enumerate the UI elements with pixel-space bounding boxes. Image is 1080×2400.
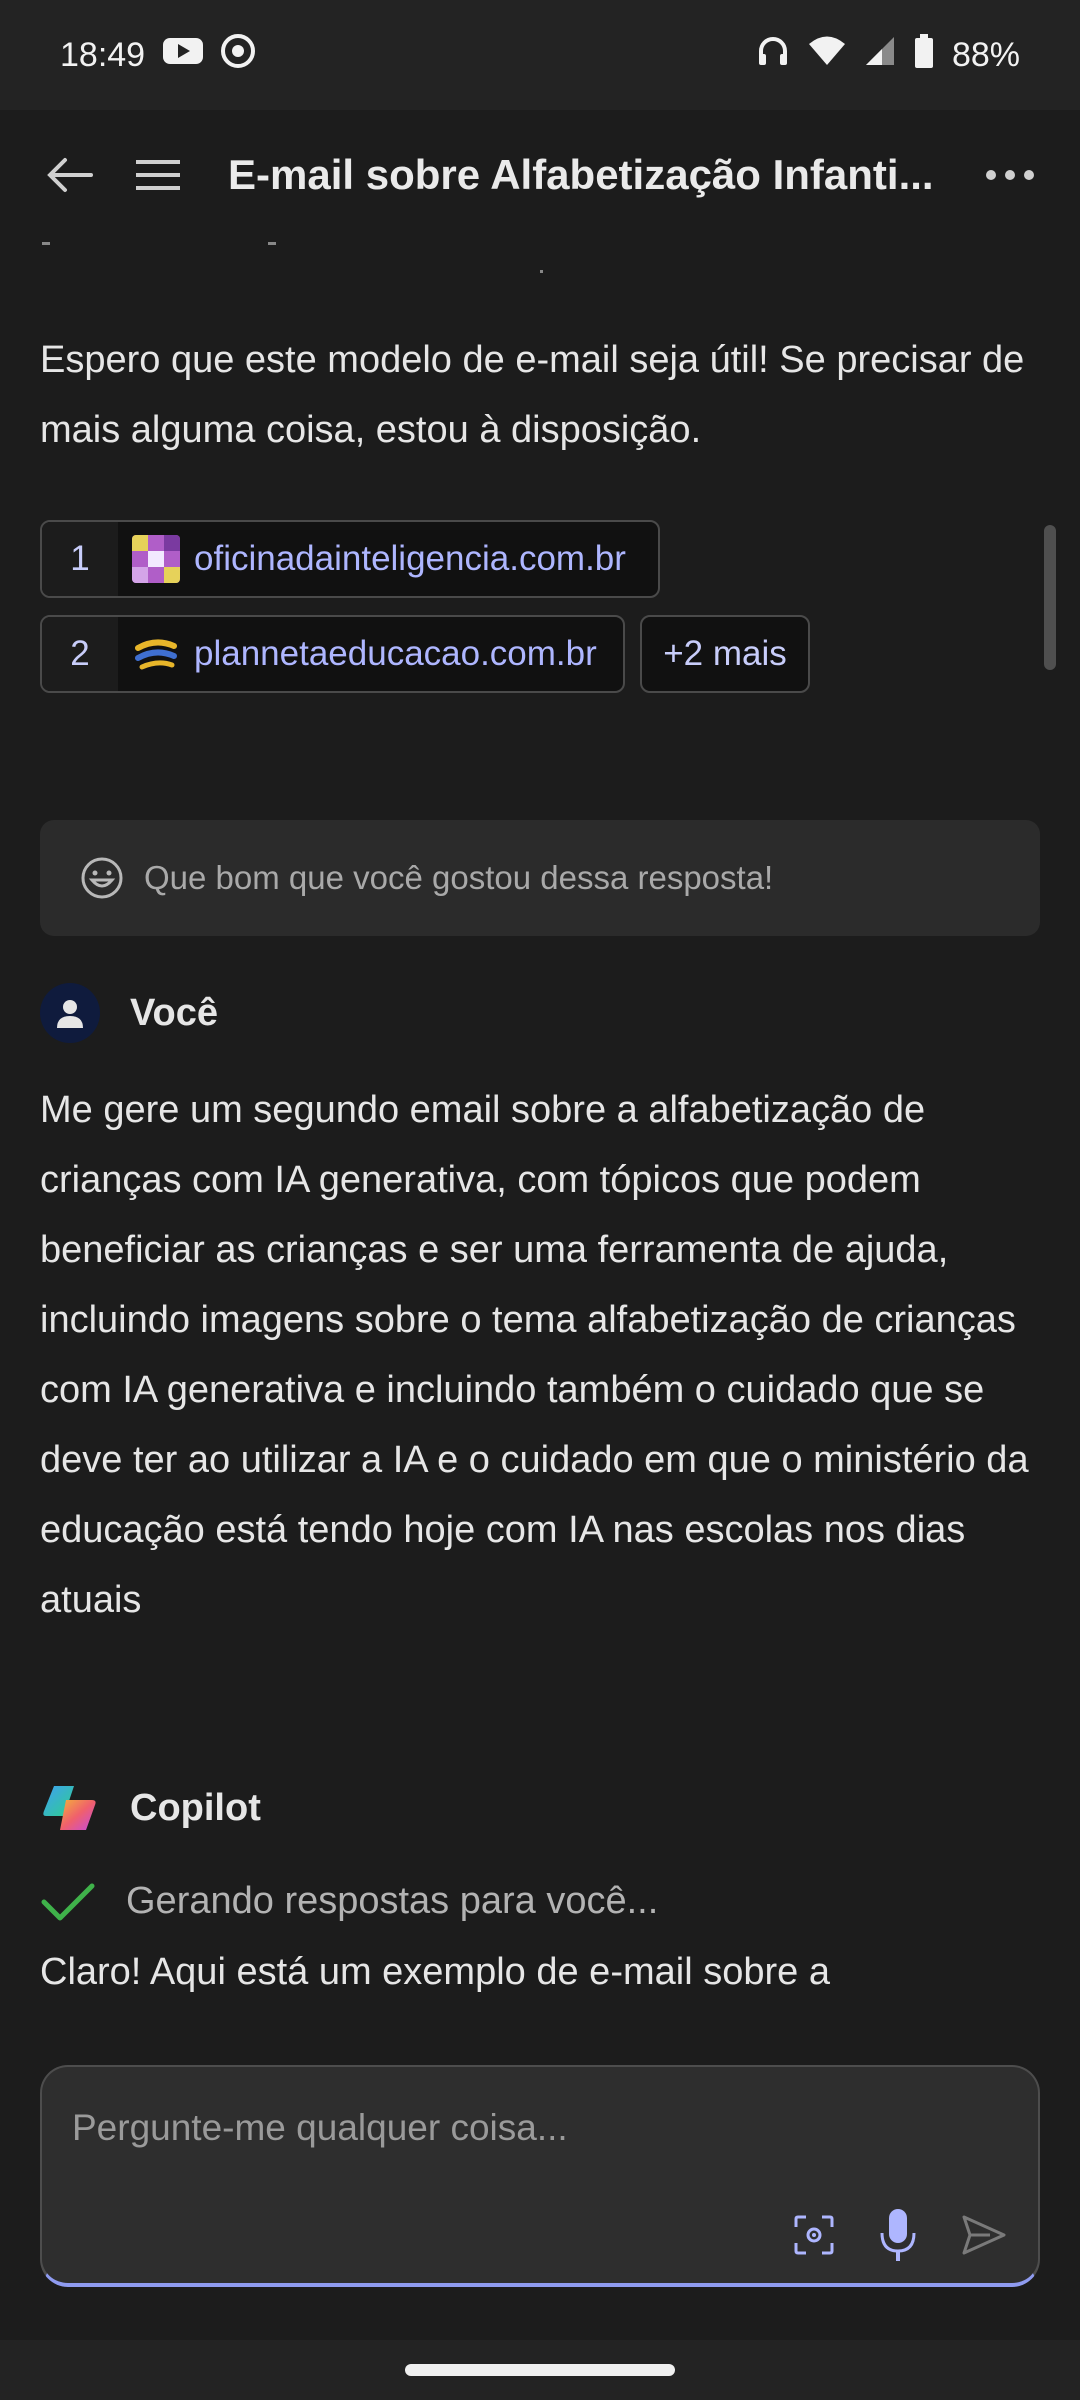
more-options-icon[interactable]	[970, 135, 1050, 215]
feedback-banner: Que bom que você gostou dessa resposta!	[40, 820, 1040, 936]
user-name: Você	[130, 991, 219, 1034]
more-sources-label: +2 mais	[663, 634, 787, 673]
user-icon	[57, 1000, 83, 1028]
source-chip-2[interactable]: 2 plannetaeducacao.com.br	[40, 615, 625, 693]
signal-icon	[864, 35, 896, 76]
source-chip-1[interactable]: 1 oficinadainteligencia.com.br	[40, 520, 660, 598]
scrollbar[interactable]	[1044, 525, 1056, 670]
copilot-logo-icon	[43, 1786, 96, 1830]
closing-text: Espero que este modelo de e-mail seja út…	[40, 339, 1025, 451]
assistant-partial-message: Claro! Aqui está um exemplo de e-mail so…	[40, 1951, 830, 1993]
checkmark-icon	[41, 1883, 95, 1920]
wifi-icon	[808, 35, 846, 76]
app-bar: E-mail sobre Alfabetização Infanti...	[0, 110, 1080, 240]
battery-percent: 88%	[951, 35, 1020, 74]
user-message: Me gere um segundo email sobre a alfabet…	[40, 1089, 1029, 1621]
battery-icon	[914, 33, 934, 77]
menu-icon[interactable]	[118, 135, 198, 215]
feedback-text: Que bom que você gostou dessa resposta!	[144, 859, 774, 896]
chat-input-placeholder[interactable]: Pergunte-me qualquer coisa...	[72, 2107, 568, 2149]
headphones-icon	[756, 34, 790, 77]
status-bar: 18:49 88%	[0, 0, 1080, 110]
back-arrow-icon[interactable]	[30, 135, 110, 215]
smile-icon	[81, 857, 123, 899]
generating-text: Gerando respostas para você...	[126, 1880, 659, 1922]
cut-off-text	[42, 242, 543, 273]
chat-content: Espero que este modelo de e-mail seja út…	[0, 240, 1080, 2040]
source-number: 2	[42, 617, 118, 691]
source-number: 1	[42, 522, 118, 596]
send-icon[interactable]	[960, 2213, 1008, 2257]
youtube-icon	[163, 36, 204, 75]
system-nav-bar	[0, 2340, 1080, 2400]
source-site: oficinadainteligencia.com.br	[194, 539, 626, 578]
home-gesture-handle[interactable]	[405, 2364, 675, 2376]
chrome-icon	[221, 33, 256, 77]
assistant-header: Copilot	[40, 1778, 261, 1838]
chat-input-box[interactable]: Pergunte-me qualquer coisa...	[40, 2065, 1040, 2287]
camera-scan-icon[interactable]	[792, 2213, 836, 2257]
source-site: plannetaeducacao.com.br	[194, 634, 597, 673]
user-header: Você	[40, 983, 218, 1043]
planneta-favicon-icon	[135, 639, 177, 670]
more-sources-button[interactable]: +2 mais	[640, 615, 810, 693]
assistant-name: Copilot	[130, 1786, 261, 1829]
conversation-title: E-mail sobre Alfabetização Infanti...	[228, 151, 934, 198]
oficina-favicon-icon	[132, 535, 180, 583]
status-time: 18:49	[60, 35, 146, 74]
generating-status: Gerando respostas para você...	[40, 1880, 658, 1923]
avatar	[40, 983, 100, 1043]
microphone-icon[interactable]	[876, 2207, 920, 2263]
